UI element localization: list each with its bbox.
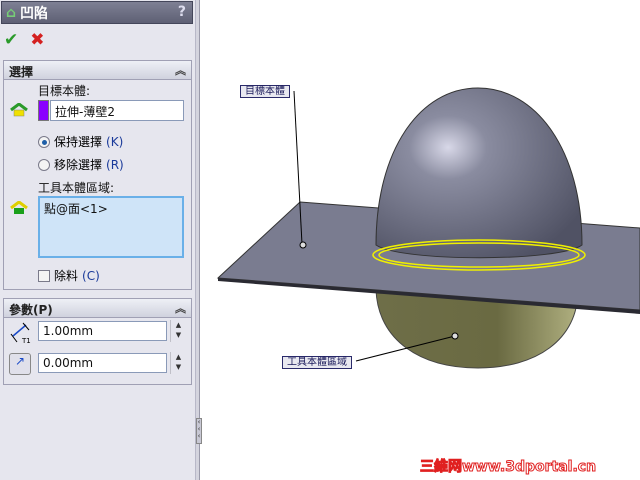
cut-checkbox[interactable]: 除料 (C)	[38, 267, 100, 284]
collapse-icon[interactable]: ︽	[175, 62, 186, 78]
target-body-callout[interactable]: 目標本體	[240, 85, 290, 98]
parameters-header[interactable]: 參數(P) ︽	[4, 299, 191, 318]
remove-label: 移除選擇	[54, 158, 103, 172]
checkbox	[38, 269, 50, 282]
tool-body-label: 工具本體區域:	[38, 181, 115, 195]
ok-button[interactable]: ✔	[4, 30, 18, 50]
help-button[interactable]: ?	[178, 4, 186, 20]
keep-label: 保持選擇	[54, 135, 103, 149]
thickness-input[interactable]: 1.00mm	[38, 321, 167, 341]
selection-header[interactable]: 選擇 ︽	[4, 61, 191, 80]
watermark: 三維网www.3dportal.cn	[419, 459, 597, 476]
tool-body-list[interactable]: 點@面<1>	[38, 196, 184, 258]
tool-body-egg	[375, 87, 583, 259]
graphics-viewport[interactable]	[201, 0, 640, 480]
radio-on	[38, 135, 50, 148]
target-color-swatch	[38, 100, 49, 121]
thickness-spinner[interactable]: ▲ ▼	[170, 320, 186, 342]
collapse-icon[interactable]: ︽	[175, 300, 186, 316]
indent-feature-icon: ⌂	[6, 4, 17, 21]
keep-key: (K)	[106, 134, 124, 149]
cut-label: 除料	[54, 269, 79, 283]
parameters-header-label: 參數(P)	[9, 303, 53, 317]
reverse-direction-button[interactable]: ↗	[9, 353, 31, 375]
target-body-field[interactable]: 拉伸-薄壁2	[50, 100, 184, 121]
property-manager: ⌂ 凹陷 ? ✔ ✖ 選擇 ︽ 目標本體: 拉伸-薄壁2 保持選擇 (K) 移除選擇…	[0, 0, 196, 480]
feature-title: 凹陷	[20, 5, 49, 22]
selection-header-label: 選擇	[9, 65, 34, 79]
tool-body-icon	[10, 201, 28, 214]
tool-body-callout[interactable]: 工具本體區域	[282, 356, 352, 369]
title-bar: ⌂ 凹陷 ?	[1, 1, 193, 24]
clearance-spinner[interactable]: ▲ ▼	[170, 352, 186, 374]
remove-selection-radio[interactable]: 移除選擇 (R)	[38, 156, 124, 173]
target-body-icon	[10, 103, 28, 117]
target-body-label: 目標本體:	[38, 84, 91, 98]
panel-splitter[interactable]	[196, 0, 200, 480]
svg-text:T1: T1	[21, 337, 31, 344]
radio-off	[38, 158, 50, 171]
remove-key: (R)	[106, 157, 124, 172]
cut-key: (C)	[82, 268, 100, 283]
thickness-icon: T1	[10, 322, 31, 344]
clearance-input[interactable]: 0.00mm	[38, 353, 167, 373]
cancel-button[interactable]: ✖	[30, 30, 44, 50]
keep-selection-radio[interactable]: 保持選擇 (K)	[38, 133, 123, 150]
